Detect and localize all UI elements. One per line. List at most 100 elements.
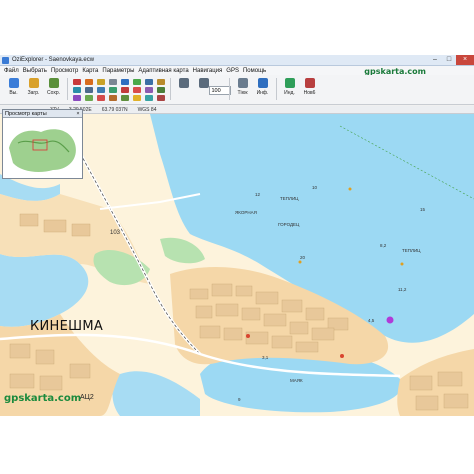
arrow-icon[interactable] xyxy=(144,79,153,85)
block xyxy=(263,313,287,327)
tool-new[interactable]: Нов6 xyxy=(300,78,319,102)
map-marker-red[interactable] xyxy=(340,354,344,358)
star-icon[interactable] xyxy=(132,95,141,101)
layer-icon[interactable] xyxy=(84,95,93,101)
menu-settings[interactable]: Параметры xyxy=(102,68,134,74)
tool-pan[interactable]: Тіюк xyxy=(233,78,252,102)
moving-map-icon[interactable] xyxy=(120,87,129,93)
toolbar-separator xyxy=(170,78,171,100)
menu-adaptive-map[interactable]: Адаптивная карта xyxy=(138,68,188,74)
buoy-icon xyxy=(400,262,404,266)
grid-icon[interactable] xyxy=(84,87,93,93)
measure-icon[interactable] xyxy=(96,79,105,85)
minimize-button[interactable]: – xyxy=(428,55,442,65)
tool-new-label: Нов6 xyxy=(303,90,316,96)
block xyxy=(9,343,31,359)
name-search-icon[interactable] xyxy=(120,95,129,101)
tool-group-objects-2[interactable] xyxy=(83,78,94,102)
depth-2: 8,2 xyxy=(380,243,387,248)
event-icon[interactable] xyxy=(84,79,93,85)
depth-9: 11,2 xyxy=(398,287,407,292)
block xyxy=(235,285,253,297)
track-icon[interactable] xyxy=(72,95,81,101)
flag-icon[interactable] xyxy=(132,87,141,93)
map-label-5: МАЯК xyxy=(290,378,303,383)
coord-northing: 63.79 037N xyxy=(101,106,128,113)
menu-gps[interactable]: GPS xyxy=(226,68,239,74)
menu-map[interactable]: Карта xyxy=(82,68,98,74)
overview-map[interactable] xyxy=(3,118,82,178)
zoom-in-icon xyxy=(178,78,189,88)
menu-navigation[interactable]: Навигация xyxy=(193,68,223,74)
block xyxy=(211,283,233,297)
ruler-icon[interactable] xyxy=(156,79,165,85)
block xyxy=(199,325,221,339)
block xyxy=(437,371,463,387)
line-icon[interactable] xyxy=(144,87,153,93)
tool-open[interactable]: Вы. xyxy=(4,78,23,102)
map-marker-red[interactable] xyxy=(246,334,250,338)
tool-load-label: Загр. xyxy=(27,90,40,96)
map-label-4: ЯКОРНАЯ xyxy=(235,210,257,215)
block xyxy=(295,341,319,353)
overview-title: Просмотр карты xyxy=(5,110,47,117)
tool-group-objects-4[interactable] xyxy=(107,78,118,102)
block xyxy=(289,321,309,335)
compass-icon[interactable] xyxy=(96,95,105,101)
maximize-button[interactable]: □ xyxy=(442,55,456,65)
menu-select[interactable]: Выбрать xyxy=(23,68,47,74)
overview-header[interactable]: Просмотр карты × xyxy=(3,110,82,118)
shape-icon[interactable] xyxy=(144,95,153,101)
tool-info-label: Инф. xyxy=(256,90,269,96)
tool-index-label: Инд. xyxy=(284,90,295,96)
check-icon[interactable] xyxy=(132,79,141,85)
distance-icon[interactable] xyxy=(96,87,105,93)
zoom-level-field[interactable]: 100 xyxy=(208,86,231,95)
city-label: КИНЕШМА xyxy=(30,319,104,334)
menu-file[interactable]: Файл xyxy=(4,68,19,74)
title-bar[interactable]: OziExplorer - Saenovkaya.ecw – □ × xyxy=(0,55,474,66)
tool-info[interactable]: Инф. xyxy=(253,78,272,102)
block xyxy=(311,327,335,341)
export-icon[interactable] xyxy=(108,87,117,93)
close-button[interactable]: × xyxy=(456,55,474,65)
tool-group-objects-3[interactable] xyxy=(95,78,106,102)
toolbar: Вы. Загр. Сохр. 100 Тіюк Инф. Инд. Нов6 xyxy=(0,75,474,105)
block xyxy=(305,307,325,321)
new-icon xyxy=(304,78,315,88)
app-window: OziExplorer - Saenovkaya.ecw – □ × Файл … xyxy=(0,55,474,416)
window-title: OziExplorer - Saenovkaya.ecw xyxy=(12,57,95,63)
tool-group-objects[interactable] xyxy=(71,78,82,102)
tool-group-objects-7[interactable] xyxy=(143,78,154,102)
gps-icon[interactable] xyxy=(120,79,129,85)
map-label-road-number: 103 xyxy=(110,230,121,236)
tool-save[interactable]: Сохр. xyxy=(44,78,63,102)
toolbar-separator xyxy=(229,78,230,100)
block xyxy=(43,219,67,233)
map-marker-poi[interactable] xyxy=(386,316,394,324)
block xyxy=(281,299,303,313)
overview-panel[interactable]: Просмотр карты × xyxy=(2,109,83,179)
depth-1: 12 xyxy=(255,192,261,197)
open-icon xyxy=(8,78,19,88)
pan-icon xyxy=(237,78,248,88)
area-icon[interactable] xyxy=(156,87,165,93)
clear-icon[interactable] xyxy=(156,95,165,101)
overview-close-icon[interactable]: × xyxy=(74,111,82,117)
menu-view[interactable]: Просмотр xyxy=(51,68,78,74)
tool-group-objects-6[interactable] xyxy=(131,78,142,102)
print-icon[interactable] xyxy=(108,79,117,85)
block xyxy=(35,349,55,365)
menu-help[interactable]: Помощь xyxy=(243,68,266,74)
import-icon[interactable] xyxy=(108,95,117,101)
route-icon[interactable] xyxy=(72,87,81,93)
tool-index[interactable]: Инд. xyxy=(280,78,299,102)
waypoint-icon[interactable] xyxy=(72,79,81,85)
tool-group-objects-8[interactable] xyxy=(155,78,166,102)
tool-group-objects-5[interactable] xyxy=(119,78,130,102)
block xyxy=(195,305,213,319)
tool-load[interactable]: Загр. xyxy=(24,78,43,102)
tool-zoom-in[interactable] xyxy=(174,78,193,102)
overview-region xyxy=(9,129,76,172)
map-label-3: ТЕПЛИЦ xyxy=(402,248,421,253)
